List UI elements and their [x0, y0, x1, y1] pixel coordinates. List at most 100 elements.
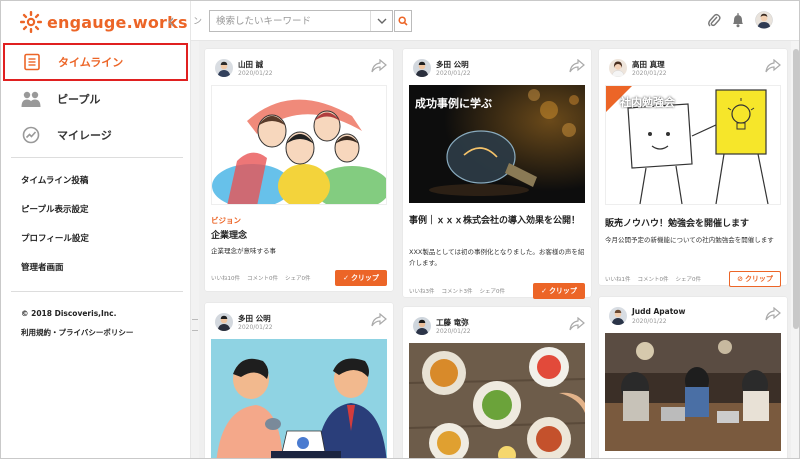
author-name[interactable]: Judd Apatow	[632, 307, 685, 316]
author-avatar	[215, 59, 233, 77]
link-timeline-post[interactable]: タイムライン投稿	[21, 174, 88, 186]
clip-label: クリップ	[350, 274, 379, 282]
search-input[interactable]	[210, 11, 370, 31]
brand-logo[interactable]: engauge.works	[19, 9, 188, 35]
sidebar-resize-handle[interactable]	[191, 1, 199, 458]
author-name[interactable]: 山田 誠	[238, 59, 263, 70]
post-title[interactable]: 企業理念	[211, 229, 387, 244]
link-profile-settings[interactable]: プロフィール設定	[21, 232, 89, 244]
logo-icon	[20, 11, 42, 33]
timeline-icon	[22, 52, 42, 72]
search-button[interactable]	[394, 10, 412, 32]
likes-count[interactable]: いいね3件	[409, 287, 435, 295]
nav-label-mileage: マイレージ	[57, 129, 112, 142]
post-title[interactable]: 事例｜ｘｘｘ株式会社の導入効果を公開！	[409, 214, 585, 229]
share-icon[interactable]	[371, 59, 387, 73]
people-hug-illustration[interactable]	[211, 85, 387, 205]
footer-divider	[11, 291, 183, 292]
paperclip-icon: ⊘	[737, 275, 743, 283]
share-icon[interactable]	[371, 313, 387, 327]
author-avatar	[413, 59, 431, 77]
post-date: 2020/01/22	[238, 324, 273, 331]
nav-item-people[interactable]: ピープル	[1, 81, 191, 117]
terms-link[interactable]: 利用規約・プライバシーポリシー	[21, 327, 133, 338]
author-avatar	[609, 59, 627, 77]
main-nav: タイムライン ピープル マイレージ	[1, 43, 191, 153]
light-bulb-photo[interactable]: 成功事例に学ぶ	[409, 85, 585, 203]
chevron-down-icon	[377, 18, 386, 24]
food-table-photo[interactable]	[409, 343, 585, 458]
resize-grip	[192, 319, 198, 331]
office-team-photo[interactable]	[605, 333, 781, 451]
top-header: ン	[191, 1, 799, 41]
nav-item-mileage[interactable]: マイレージ	[1, 117, 191, 153]
author-name[interactable]: 高田 真理	[632, 59, 665, 70]
likes-count[interactable]: いいね10件	[211, 274, 240, 282]
author-name[interactable]: 多田 公明	[436, 59, 469, 70]
clip-button[interactable]: ✓ クリップ	[533, 283, 585, 299]
share-icon[interactable]	[765, 307, 781, 321]
business-meeting-illustration[interactable]	[211, 339, 387, 458]
user-avatar[interactable]	[755, 11, 773, 29]
post-description: 今月公開予定の新機能についての社内勉強会を開催します	[605, 236, 774, 244]
post-card[interactable]: 山田 誠 2020/01/22 ビジョン 企業理念 企業理念が意味する事 いいね…	[205, 49, 393, 291]
author-name[interactable]: 多田 公明	[238, 313, 271, 324]
post-stats: いいね3件 コメント3件 シェア0件	[409, 287, 505, 295]
post-card[interactable]: 工藤 竜弥 2020/01/22	[403, 307, 591, 458]
clip-label: クリップ	[548, 287, 577, 295]
post-stats: いいね10件 コメント0件 シェア0件	[211, 274, 311, 282]
check-icon: ✓	[343, 274, 349, 282]
search-dropdown-button[interactable]	[370, 11, 392, 31]
comments-count[interactable]: コメント0件	[638, 275, 669, 283]
comments-count[interactable]: コメント3件	[442, 287, 473, 295]
link-people-display-settings[interactable]: ピープル表示設定	[21, 203, 89, 215]
likes-count[interactable]: いいね1件	[605, 275, 631, 283]
header-clipped-text: ン	[193, 17, 203, 27]
image-caption: 成功事例に学ぶ	[415, 97, 492, 110]
link-admin[interactable]: 管理者画面	[21, 261, 64, 273]
post-stats: いいね1件 コメント0件 シェア0件	[605, 275, 701, 283]
search-box	[209, 10, 412, 32]
shares-count[interactable]: シェア0件	[285, 274, 311, 282]
scrollbar-thumb[interactable]	[793, 49, 799, 329]
post-date: 2020/01/22	[436, 328, 471, 335]
share-icon[interactable]	[765, 59, 781, 73]
post-card[interactable]: Judd Apatow 2020/01/22	[599, 297, 787, 458]
paperclip-icon[interactable]	[707, 12, 721, 28]
header-actions	[707, 11, 773, 29]
shares-count[interactable]: シェア0件	[480, 287, 506, 295]
post-description: 企業理念が意味する事	[211, 247, 276, 255]
clip-label: クリップ	[744, 275, 773, 283]
study-meeting-illustration[interactable]: 社内勉強会	[605, 85, 781, 205]
post-date: 2020/01/22	[632, 70, 667, 77]
post-title[interactable]: 販売ノウハウ！勉強会を開催します	[605, 217, 781, 232]
search-icon	[398, 16, 408, 26]
nav-label-timeline: タイムライン	[58, 56, 124, 69]
share-icon[interactable]	[569, 59, 585, 73]
clip-button[interactable]: ⊘ クリップ	[729, 271, 781, 287]
image-caption: 社内勉強会	[620, 96, 675, 109]
shares-count[interactable]: シェア0件	[676, 275, 702, 283]
bell-icon[interactable]	[731, 12, 745, 28]
collapse-sidebar-icon[interactable]: ‹	[167, 11, 175, 31]
author-avatar	[609, 307, 627, 325]
author-avatar	[413, 317, 431, 335]
post-date: 2020/01/22	[436, 70, 471, 77]
clip-button[interactable]: ✓ クリップ	[335, 270, 387, 286]
post-category[interactable]: ビジョン	[211, 215, 241, 226]
post-card[interactable]: 多田 公明 2020/01/22	[205, 303, 393, 458]
nav-label-people: ピープル	[57, 93, 101, 106]
share-icon[interactable]	[569, 317, 585, 331]
post-date: 2020/01/22	[238, 70, 273, 77]
post-description: XXX製品としては初の事例化となりました。お客様の声を紹介します。	[409, 248, 585, 267]
check-icon: ✓	[541, 287, 547, 295]
post-card[interactable]: 多田 公明 2020/01/22 成功事例に学ぶ 事例｜ｘｘｘ株式会社の導入効果…	[403, 49, 591, 299]
author-avatar	[215, 313, 233, 331]
comments-count[interactable]: コメント0件	[247, 274, 278, 282]
post-card[interactable]: 高田 真理 2020/01/22 社内勉強会 販売ノウハウ！勉強会を開催します …	[599, 49, 787, 287]
nav-divider	[11, 157, 183, 158]
sidebar: engauge.works ‹ タイムライン ピープル マイレージ タイムライン…	[1, 1, 191, 458]
feed-scrollbar[interactable]	[791, 41, 799, 458]
nav-item-timeline[interactable]: タイムライン	[3, 43, 188, 81]
author-name[interactable]: 工藤 竜弥	[436, 317, 469, 328]
